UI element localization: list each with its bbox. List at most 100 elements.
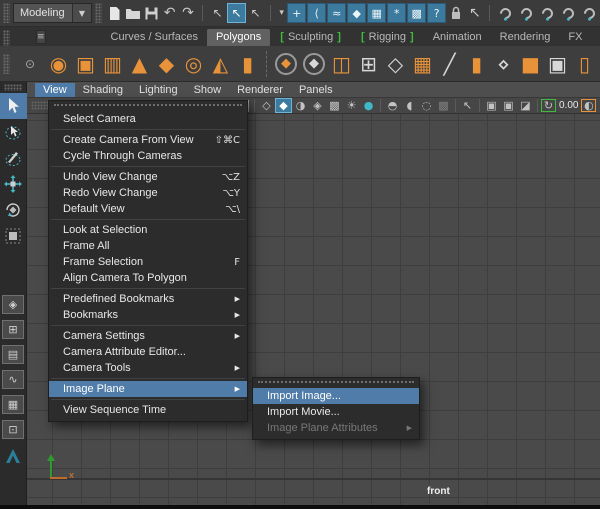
layout-graph-persp[interactable]: ∿	[2, 370, 24, 389]
tab-curves-surfaces[interactable]: Curves / Surfaces	[102, 29, 207, 46]
tab-rendering[interactable]: Rendering	[491, 29, 560, 46]
shelf-menu-icon[interactable]: ⊙	[23, 57, 37, 71]
border-edge-icon[interactable]: ▣	[544, 50, 571, 78]
save-scene-icon[interactable]	[142, 2, 160, 24]
menu-item-create-camera-from-view[interactable]: Create Camera From View⇧⌘C	[49, 132, 247, 148]
poly-pipe-icon[interactable]: ▮	[234, 50, 261, 78]
move-tool[interactable]	[0, 171, 27, 197]
input-connection-icon-5[interactable]	[582, 5, 598, 21]
menu-item-import-image[interactable]: Import Image...	[253, 388, 419, 404]
menu-item-frame-all[interactable]: Frame All	[49, 238, 247, 254]
layout-outliner-persp[interactable]: ▤	[2, 345, 24, 364]
field-chart-icon[interactable]: ◖	[401, 98, 418, 113]
menu-item-image-plane[interactable]: Image Plane▶	[49, 381, 247, 397]
undo-icon[interactable]: ↶	[160, 2, 178, 24]
wireframe-cube-icon[interactable]: ◇	[382, 50, 409, 78]
tearoff-handle[interactable]	[258, 381, 414, 385]
poly-torus-icon[interactable]: ◎	[180, 50, 207, 78]
wireframe-display-icon[interactable]: ◇	[258, 98, 275, 113]
layout-hypershade-persp[interactable]: ▦	[2, 395, 24, 414]
panel-menu-shading[interactable]: Shading	[75, 83, 131, 97]
menu-item-cycle-through-cameras[interactable]: Cycle Through Cameras	[49, 148, 247, 164]
menu-item-frame-selection[interactable]: Frame SelectionF	[49, 254, 247, 270]
tab-polygons[interactable]: Polygons	[207, 29, 270, 46]
menu-item-predefined-bookmarks[interactable]: Predefined Bookmarks▶	[49, 291, 247, 307]
layout-single-pane[interactable]: ◈	[2, 295, 24, 314]
shadows-icon[interactable]: ●	[360, 98, 377, 113]
snap-to-curves-icon[interactable]: ⟨	[307, 3, 326, 23]
subdiv-proxy-icon[interactable]: ◆	[303, 53, 325, 75]
poly-sphere-icon[interactable]: ◉	[45, 50, 72, 78]
menu-item-default-view[interactable]: Default View⌥\	[49, 201, 247, 217]
mirror-icon[interactable]: ◫	[328, 50, 355, 78]
menu-item-align-camera-to-polygon[interactable]: Align Camera To Polygon	[49, 270, 247, 286]
extrude-icon[interactable]: ▮	[463, 50, 490, 78]
snap-to-view-planes-icon[interactable]: ▦	[367, 3, 386, 23]
input-connection-icon-2[interactable]	[519, 5, 535, 21]
exposure-icon[interactable]: ↻	[541, 99, 556, 112]
tab-rigging[interactable]: [ Rigging ]	[351, 29, 424, 46]
new-scene-icon[interactable]	[105, 2, 123, 24]
gate-mask-icon[interactable]: ▩	[435, 98, 452, 113]
paint-select-tool[interactable]	[0, 145, 27, 171]
menu-item-look-at-selection[interactable]: Look at Selection	[49, 222, 247, 238]
panel-menu-renderer[interactable]: Renderer	[229, 83, 291, 97]
menu-item-undo-view-change[interactable]: Undo View Change⌥Z	[49, 169, 247, 185]
poly-plane-icon[interactable]: ◆	[153, 50, 180, 78]
select-component-icon[interactable]: ↖	[246, 3, 265, 23]
shelf-grip[interactable]	[3, 54, 10, 74]
multi-cut-icon[interactable]: ╱	[436, 50, 463, 78]
menu-item-bookmarks[interactable]: Bookmarks▶	[49, 307, 247, 323]
input-connection-icon-3[interactable]	[540, 5, 556, 21]
menu-item-image-plane-attributes[interactable]: Image Plane Attributes▶	[253, 420, 419, 436]
snap-to-points-icon[interactable]: ≈	[327, 3, 346, 23]
isolate-select-icon[interactable]: ◓	[384, 98, 401, 113]
tab-sculpting[interactable]: [ Sculpting ]	[270, 29, 351, 46]
snap-to-grids-icon[interactable]: +	[287, 3, 306, 23]
menu-item-import-movie[interactable]: Import Movie...	[253, 404, 419, 420]
chevron-down-icon[interactable]: ▼	[72, 4, 91, 22]
redo-icon[interactable]: ↷	[179, 2, 197, 24]
select-object-icon[interactable]: ↖	[227, 3, 246, 23]
panel-menu-lighting[interactable]: Lighting	[131, 83, 186, 97]
resolution-gate-icon[interactable]: ◌	[418, 98, 435, 113]
select-tool[interactable]	[0, 93, 27, 119]
menu-item-camera-tools[interactable]: Camera Tools▶	[49, 360, 247, 376]
toolbox-grip[interactable]	[4, 84, 22, 91]
menu-item-camera-attribute-editor[interactable]: Camera Attribute Editor...	[49, 344, 247, 360]
layout-four-pane[interactable]: ⊞	[2, 320, 24, 339]
statusline-grip[interactable]	[95, 3, 102, 23]
select-hierarchy-icon[interactable]: ↖	[208, 3, 227, 23]
selection-highlighting-icon[interactable]: ↖	[459, 98, 476, 113]
lasso-select-tool[interactable]	[0, 119, 27, 145]
wireframe-on-shaded-icon[interactable]: ◈	[309, 98, 326, 113]
paste-view-icon[interactable]: ▣	[500, 98, 517, 113]
use-all-lights-icon[interactable]: ☀	[343, 98, 360, 113]
make-live-icon[interactable]: *	[387, 3, 406, 23]
shelf-tab-menu-icon[interactable]: ≡	[36, 30, 46, 44]
menu-item-select-camera[interactable]: Select Camera	[49, 111, 247, 127]
copy-view-icon[interactable]: ▣	[483, 98, 500, 113]
input-connection-icon-1[interactable]	[498, 5, 514, 21]
xray-display-icon[interactable]: ▩	[326, 98, 343, 113]
universal-manipulator-icon[interactable]: ▩	[407, 3, 426, 23]
panel-menu-view[interactable]: View	[35, 83, 75, 97]
panel-menu-show[interactable]: Show	[186, 83, 230, 97]
panel-menu-panels[interactable]: Panels	[291, 83, 341, 97]
selection-mask-cursor-icon[interactable]: ↖	[466, 2, 484, 24]
poly-cube-icon[interactable]: ▣	[72, 50, 99, 78]
image-plane-toggle-icon[interactable]: ◪	[517, 98, 534, 113]
lock-icon[interactable]	[447, 2, 465, 24]
menu-item-redo-view-change[interactable]: Redo View Change⌥Y	[49, 185, 247, 201]
tab-fx[interactable]: FX	[559, 29, 591, 46]
poly-cylinder-icon[interactable]: ▥	[99, 50, 126, 78]
smooth-mesh-icon[interactable]: ◆	[275, 53, 297, 75]
gamma-icon[interactable]: ◐	[581, 99, 596, 112]
poly-pyramid-icon[interactable]: ◭	[207, 50, 234, 78]
statusline-grip[interactable]	[3, 3, 10, 23]
tab-animation[interactable]: Animation	[424, 29, 491, 46]
textured-display-icon[interactable]: ◑	[292, 98, 309, 113]
bevel-icon[interactable]: ⋄	[490, 50, 517, 78]
tab-fx-caching[interactable]: FX Caching	[591, 29, 600, 46]
insert-edge-loop-icon[interactable]: ▯	[571, 50, 598, 78]
